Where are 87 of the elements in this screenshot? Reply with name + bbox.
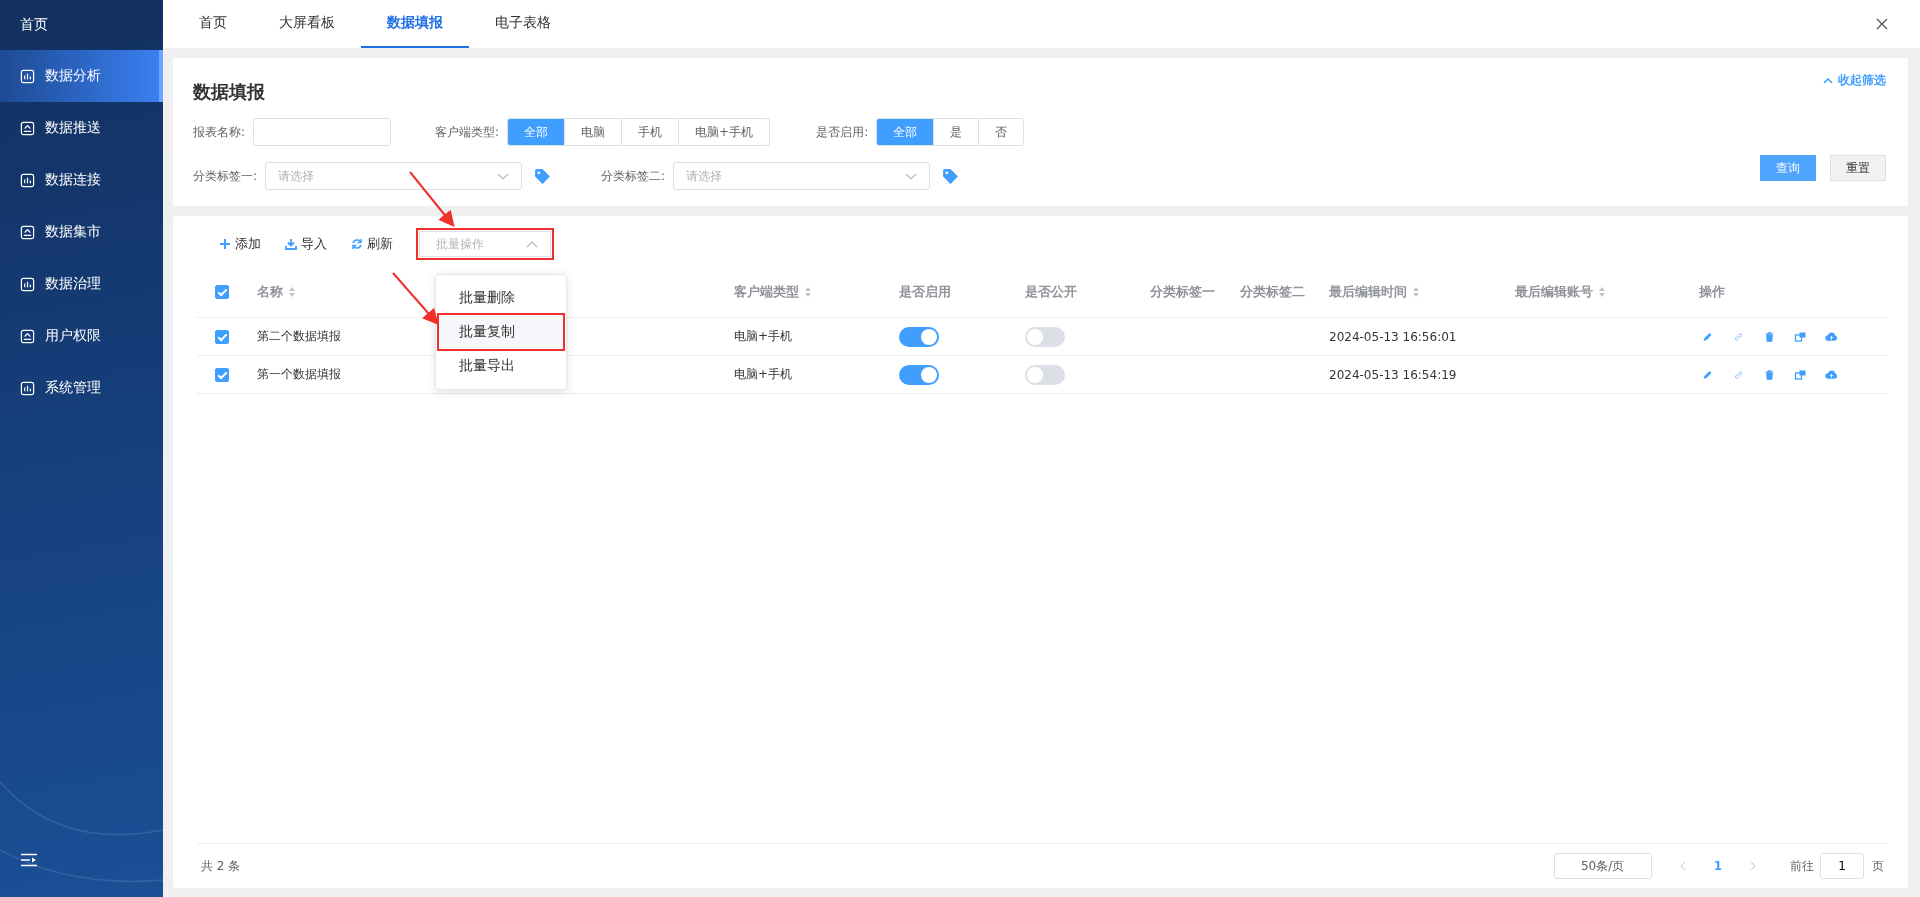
column-header: 分类标签二 bbox=[1240, 282, 1305, 301]
filter-button[interactable]: 重置 bbox=[1830, 155, 1886, 181]
chevron-down-icon[interactable] bbox=[497, 172, 510, 180]
sidebar-item[interactable]: 数据连接 bbox=[0, 154, 163, 206]
menu-item[interactable]: 批量导出 bbox=[439, 349, 563, 383]
tag-icon[interactable] bbox=[534, 167, 552, 185]
enabled-switch[interactable] bbox=[899, 326, 939, 347]
previous-page-icon[interactable] bbox=[1679, 861, 1686, 871]
cloud-upload-icon[interactable] bbox=[1825, 330, 1838, 343]
chevron-up-icon[interactable] bbox=[526, 240, 538, 248]
segment-option[interactable]: 手机 bbox=[621, 119, 679, 145]
public-switch[interactable] bbox=[1025, 364, 1065, 385]
toolbar-action[interactable]: 添加 bbox=[219, 235, 261, 253]
sidebar-item[interactable]: 数据集市 bbox=[0, 206, 163, 258]
sort-icon[interactable] bbox=[1598, 285, 1606, 298]
toolbar-action[interactable]: 导入 bbox=[285, 235, 327, 253]
column-header: 客户端类型 bbox=[734, 282, 799, 301]
menu-item[interactable]: 批量删除 bbox=[439, 281, 563, 315]
sidebar-item[interactable]: 数据治理 bbox=[0, 258, 163, 310]
copy-icon[interactable] bbox=[1794, 330, 1807, 343]
link-icon[interactable] bbox=[1732, 330, 1745, 343]
segment-option[interactable]: 电脑+手机 bbox=[678, 119, 770, 145]
cloud-upload-icon[interactable] bbox=[1825, 368, 1838, 381]
page-tab[interactable]: 电子表格 bbox=[469, 0, 577, 48]
column-header: 名称 bbox=[257, 282, 283, 301]
segment-option[interactable]: 是 bbox=[933, 119, 979, 145]
delete-icon[interactable] bbox=[1763, 330, 1776, 343]
field-label: 报表名称: bbox=[193, 123, 246, 141]
annotation-arrow bbox=[392, 272, 439, 325]
select-all-checkbox[interactable] bbox=[215, 284, 229, 299]
tag-icon[interactable] bbox=[942, 167, 960, 185]
sidebar-item[interactable]: 用户权限 bbox=[0, 310, 163, 362]
annotation-arrow bbox=[409, 171, 455, 228]
row-checkbox[interactable] bbox=[215, 329, 229, 344]
table-cell: 电脑+手机 bbox=[734, 366, 793, 383]
plus-icon[interactable] bbox=[219, 238, 231, 250]
column-header: 最后编辑时间 bbox=[1329, 282, 1407, 301]
chevron-down-icon[interactable] bbox=[905, 172, 918, 180]
next-page-icon[interactable] bbox=[1750, 861, 1756, 871]
page-suffix: 页 bbox=[1872, 857, 1884, 875]
sort-icon[interactable] bbox=[288, 285, 296, 298]
page-size-select[interactable]: 50条/页 bbox=[1553, 853, 1652, 879]
download-icon[interactable] bbox=[285, 238, 297, 250]
field-label: 分类标签二: bbox=[601, 167, 666, 185]
goto-page-input[interactable]: 1 bbox=[1820, 853, 1864, 879]
refresh-icon[interactable] bbox=[351, 238, 363, 250]
table-cell: 第二个数据填报 bbox=[257, 328, 341, 345]
sort-icon[interactable] bbox=[804, 285, 812, 298]
public-switch[interactable] bbox=[1025, 326, 1065, 347]
field-label: 客户端类型: bbox=[435, 123, 500, 141]
segment-option[interactable]: 电脑 bbox=[564, 119, 622, 145]
field-label: 是否启用: bbox=[816, 123, 869, 141]
chevron-up-icon[interactable] bbox=[1823, 77, 1833, 84]
page-title: 数据填报 bbox=[193, 80, 265, 104]
close-icon[interactable] bbox=[1876, 18, 1888, 30]
table-cell: 电脑+手机 bbox=[734, 328, 793, 345]
page-tab[interactable]: 大屏看板 bbox=[253, 0, 361, 48]
table-cell: 2024-05-13 16:54:19 bbox=[1329, 367, 1457, 382]
field-label: 分类标签一: bbox=[193, 167, 258, 185]
sidebar-item[interactable]: 数据分析 bbox=[0, 50, 163, 102]
column-header: 分类标签一 bbox=[1150, 282, 1215, 301]
row-checkbox[interactable] bbox=[215, 367, 229, 382]
page-tab[interactable]: 首页 bbox=[173, 0, 253, 48]
page-tab[interactable]: 数据填报 bbox=[361, 0, 469, 48]
sort-icon[interactable] bbox=[1412, 285, 1420, 298]
toolbar-action[interactable]: 刷新 bbox=[351, 235, 393, 253]
enabled-switch[interactable] bbox=[899, 364, 939, 385]
report-name-input[interactable] bbox=[253, 118, 392, 146]
column-header: 是否公开 bbox=[1025, 282, 1077, 301]
edit-icon[interactable] bbox=[1701, 330, 1714, 343]
sidebar-item[interactable]: 数据推送 bbox=[0, 102, 163, 154]
total-count: 共 2 条 bbox=[201, 857, 241, 875]
goto-label: 前往 bbox=[1790, 857, 1814, 875]
copy-icon[interactable] bbox=[1794, 368, 1807, 381]
delete-icon[interactable] bbox=[1763, 368, 1776, 381]
column-header: 最后编辑账号 bbox=[1515, 282, 1593, 301]
edit-icon[interactable] bbox=[1701, 368, 1714, 381]
column-header: 操作 bbox=[1699, 282, 1725, 301]
table-cell: 2024-05-13 16:56:01 bbox=[1329, 329, 1457, 344]
menu-collapse-icon[interactable] bbox=[20, 853, 38, 867]
sidebar-home-link[interactable]: 首页 bbox=[0, 0, 163, 50]
table-cell: 第一个数据填报 bbox=[257, 366, 341, 383]
link-icon[interactable] bbox=[1732, 368, 1745, 381]
column-header: 是否启用 bbox=[899, 282, 951, 301]
menu-item[interactable]: 批量复制 bbox=[439, 315, 563, 349]
sidebar-item[interactable]: 系统管理 bbox=[0, 362, 163, 414]
segment-option[interactable]: 否 bbox=[978, 119, 1024, 145]
